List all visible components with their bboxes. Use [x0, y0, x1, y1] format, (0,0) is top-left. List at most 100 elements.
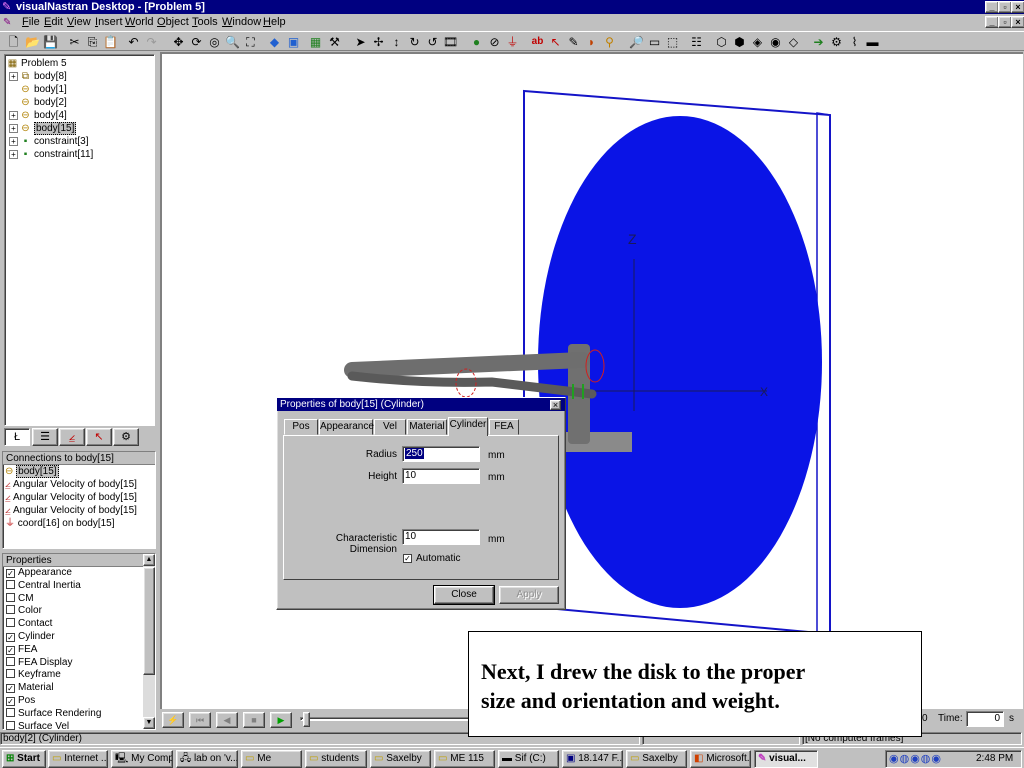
tree-item-body15[interactable]: + ⊖ body[15]: [9, 122, 77, 135]
tree-item-constraint11[interactable]: + ▪ constraint[11]: [9, 148, 93, 161]
connection-item[interactable]: ⊖ body[15]: [3, 465, 155, 478]
mdi-restore-button[interactable]: ▫: [998, 16, 1012, 28]
char-dim-input[interactable]: 10: [402, 529, 480, 545]
property-item[interactable]: ✓ Cylinder: [3, 631, 155, 644]
paste-icon[interactable]: 📋: [102, 34, 119, 50]
timeline-slider[interactable]: [303, 712, 310, 727]
mdi-minimize-button[interactable]: _: [985, 16, 999, 28]
close-dialog-button[interactable]: Close: [433, 585, 495, 605]
connection-item[interactable]: ⦤ Angular Velocity of body[15]: [3, 504, 155, 517]
pencil-icon[interactable]: ✎: [565, 34, 582, 50]
minimize-button[interactable]: _: [985, 1, 999, 13]
select-arrow-icon[interactable]: ➤: [352, 34, 369, 50]
tab-meter[interactable]: ⦤: [59, 428, 85, 446]
stop-button[interactable]: ■: [243, 712, 265, 728]
task-button-active[interactable]: ✎ visual...: [754, 750, 818, 768]
frame-dash-icon[interactable]: ⬚: [664, 34, 681, 50]
tree-item-constraint3[interactable]: + ▪ constraint[3]: [9, 135, 88, 148]
undo-icon[interactable]: ↶: [125, 34, 142, 50]
tab-pos[interactable]: Pos: [284, 419, 318, 435]
menu-tools[interactable]: Tools: [192, 14, 218, 31]
spring-icon[interactable]: ⌇: [846, 34, 863, 50]
property-item[interactable]: Contact: [3, 618, 155, 631]
box3-icon[interactable]: ◈: [749, 34, 766, 50]
move-icon[interactable]: ✥: [170, 34, 187, 50]
gear-icon[interactable]: ⚙: [828, 34, 845, 50]
box-icon[interactable]: ⬡: [713, 34, 730, 50]
point-icon[interactable]: ●: [468, 34, 485, 50]
tab-tree[interactable]: Ł: [4, 428, 30, 446]
menu-edit[interactable]: Edit: [44, 14, 63, 31]
expand-icon[interactable]: +: [9, 149, 18, 159]
expand-icon[interactable]: +: [9, 136, 18, 146]
scroll-thumb[interactable]: [143, 567, 155, 675]
save-icon[interactable]: 💾: [42, 34, 59, 50]
scene-graphic[interactable]: Z X: [162, 54, 1023, 709]
cut-icon[interactable]: ✂: [66, 34, 83, 50]
property-checkbox[interactable]: [6, 669, 15, 679]
menu-insert[interactable]: Insert: [95, 14, 123, 31]
connection-item[interactable]: ⏚ coord[16] on body[15]: [3, 517, 155, 530]
task-button[interactable]: ▭ Me: [241, 750, 302, 768]
property-checkbox[interactable]: [6, 592, 15, 602]
task-button[interactable]: ▬ Sif (C:): [498, 750, 559, 768]
maximize-button[interactable]: ▫: [998, 1, 1012, 13]
property-checkbox[interactable]: [6, 579, 15, 589]
tab-controls[interactable]: ↖: [86, 428, 112, 446]
property-checkbox[interactable]: ✓: [6, 632, 15, 642]
property-item[interactable]: ✓ Appearance: [3, 567, 155, 580]
property-item[interactable]: FEA Display: [3, 656, 155, 670]
vertical-move-icon[interactable]: ↕: [388, 34, 405, 50]
new-file-icon[interactable]: 🗋: [5, 34, 22, 50]
tree-root[interactable]: ▦ Problem 5: [7, 57, 67, 70]
menu-file[interactable]: File: [22, 14, 40, 31]
tab-vel[interactable]: Vel: [374, 419, 406, 435]
arrow-right-icon[interactable]: ➔: [810, 34, 827, 50]
property-checkbox[interactable]: [6, 707, 15, 717]
radius-input[interactable]: 250: [402, 446, 480, 462]
expand-icon[interactable]: +: [9, 71, 18, 81]
link-icon[interactable]: ⚲: [601, 34, 618, 50]
simulation-icon[interactable]: ⚡: [162, 712, 184, 728]
property-checkbox[interactable]: ✓: [6, 684, 15, 694]
3d-viewport[interactable]: Z X: [160, 52, 1023, 709]
task-button[interactable]: ▭ Internet ...: [48, 750, 108, 768]
doc-icon[interactable]: ✎: [3, 16, 16, 29]
tool-icon[interactable]: ⚒: [326, 34, 343, 50]
property-item[interactable]: Surface Rendering: [3, 707, 155, 721]
box2-icon[interactable]: ⬢: [731, 34, 748, 50]
task-button[interactable]: ▣ 18.147 F...: [562, 750, 623, 768]
property-checkbox[interactable]: ✓: [6, 569, 15, 578]
tree-item-body8[interactable]: + ⧉ body[8]: [9, 70, 67, 83]
automatic-checkbox[interactable]: ✓: [403, 554, 412, 563]
connection-item[interactable]: ⦤ Angular Velocity of body[15]: [3, 491, 155, 504]
start-button[interactable]: ⊞ Start: [2, 750, 46, 768]
menu-window[interactable]: Window: [222, 14, 261, 31]
box5-icon[interactable]: ◇: [785, 34, 802, 50]
coord-icon[interactable]: ⏚: [504, 34, 521, 50]
menu-view[interactable]: View: [67, 14, 91, 31]
expand-icon[interactable]: +: [9, 110, 18, 120]
property-item[interactable]: Central Inertia: [3, 579, 155, 593]
zoom-window-icon[interactable]: 🔎: [628, 34, 645, 50]
grid-icon[interactable]: ▦: [307, 34, 324, 50]
text-icon[interactable]: ab: [529, 34, 546, 50]
shape-icon[interactable]: ◗: [583, 34, 600, 50]
property-checkbox[interactable]: ✓: [6, 645, 15, 655]
task-button[interactable]: ◧ Microsoft...: [690, 750, 751, 768]
tree-item-body4[interactable]: + ⊖ body[4]: [9, 109, 67, 122]
menu-object[interactable]: Object: [157, 14, 189, 31]
menu-world[interactable]: World: [125, 14, 154, 31]
connection-item[interactable]: ⦤ Angular Velocity of body[15]: [3, 478, 155, 491]
properties-scrollbar[interactable]: ▲ ▼: [143, 554, 155, 729]
tree-item-body1[interactable]: ⊖ body[1]: [20, 83, 67, 96]
dialog-close-button[interactable]: ×: [550, 400, 561, 410]
tab-cylinder[interactable]: Cylinder: [448, 417, 488, 436]
expand-icon[interactable]: +: [9, 123, 18, 133]
bar-icon[interactable]: ▬: [864, 34, 881, 50]
close-button[interactable]: ×: [1011, 1, 1024, 13]
move-cross-icon[interactable]: ✢: [370, 34, 387, 50]
time-input[interactable]: 0: [966, 711, 1004, 727]
property-checkbox[interactable]: [6, 656, 15, 666]
step-back-button[interactable]: ◀: [216, 712, 238, 728]
